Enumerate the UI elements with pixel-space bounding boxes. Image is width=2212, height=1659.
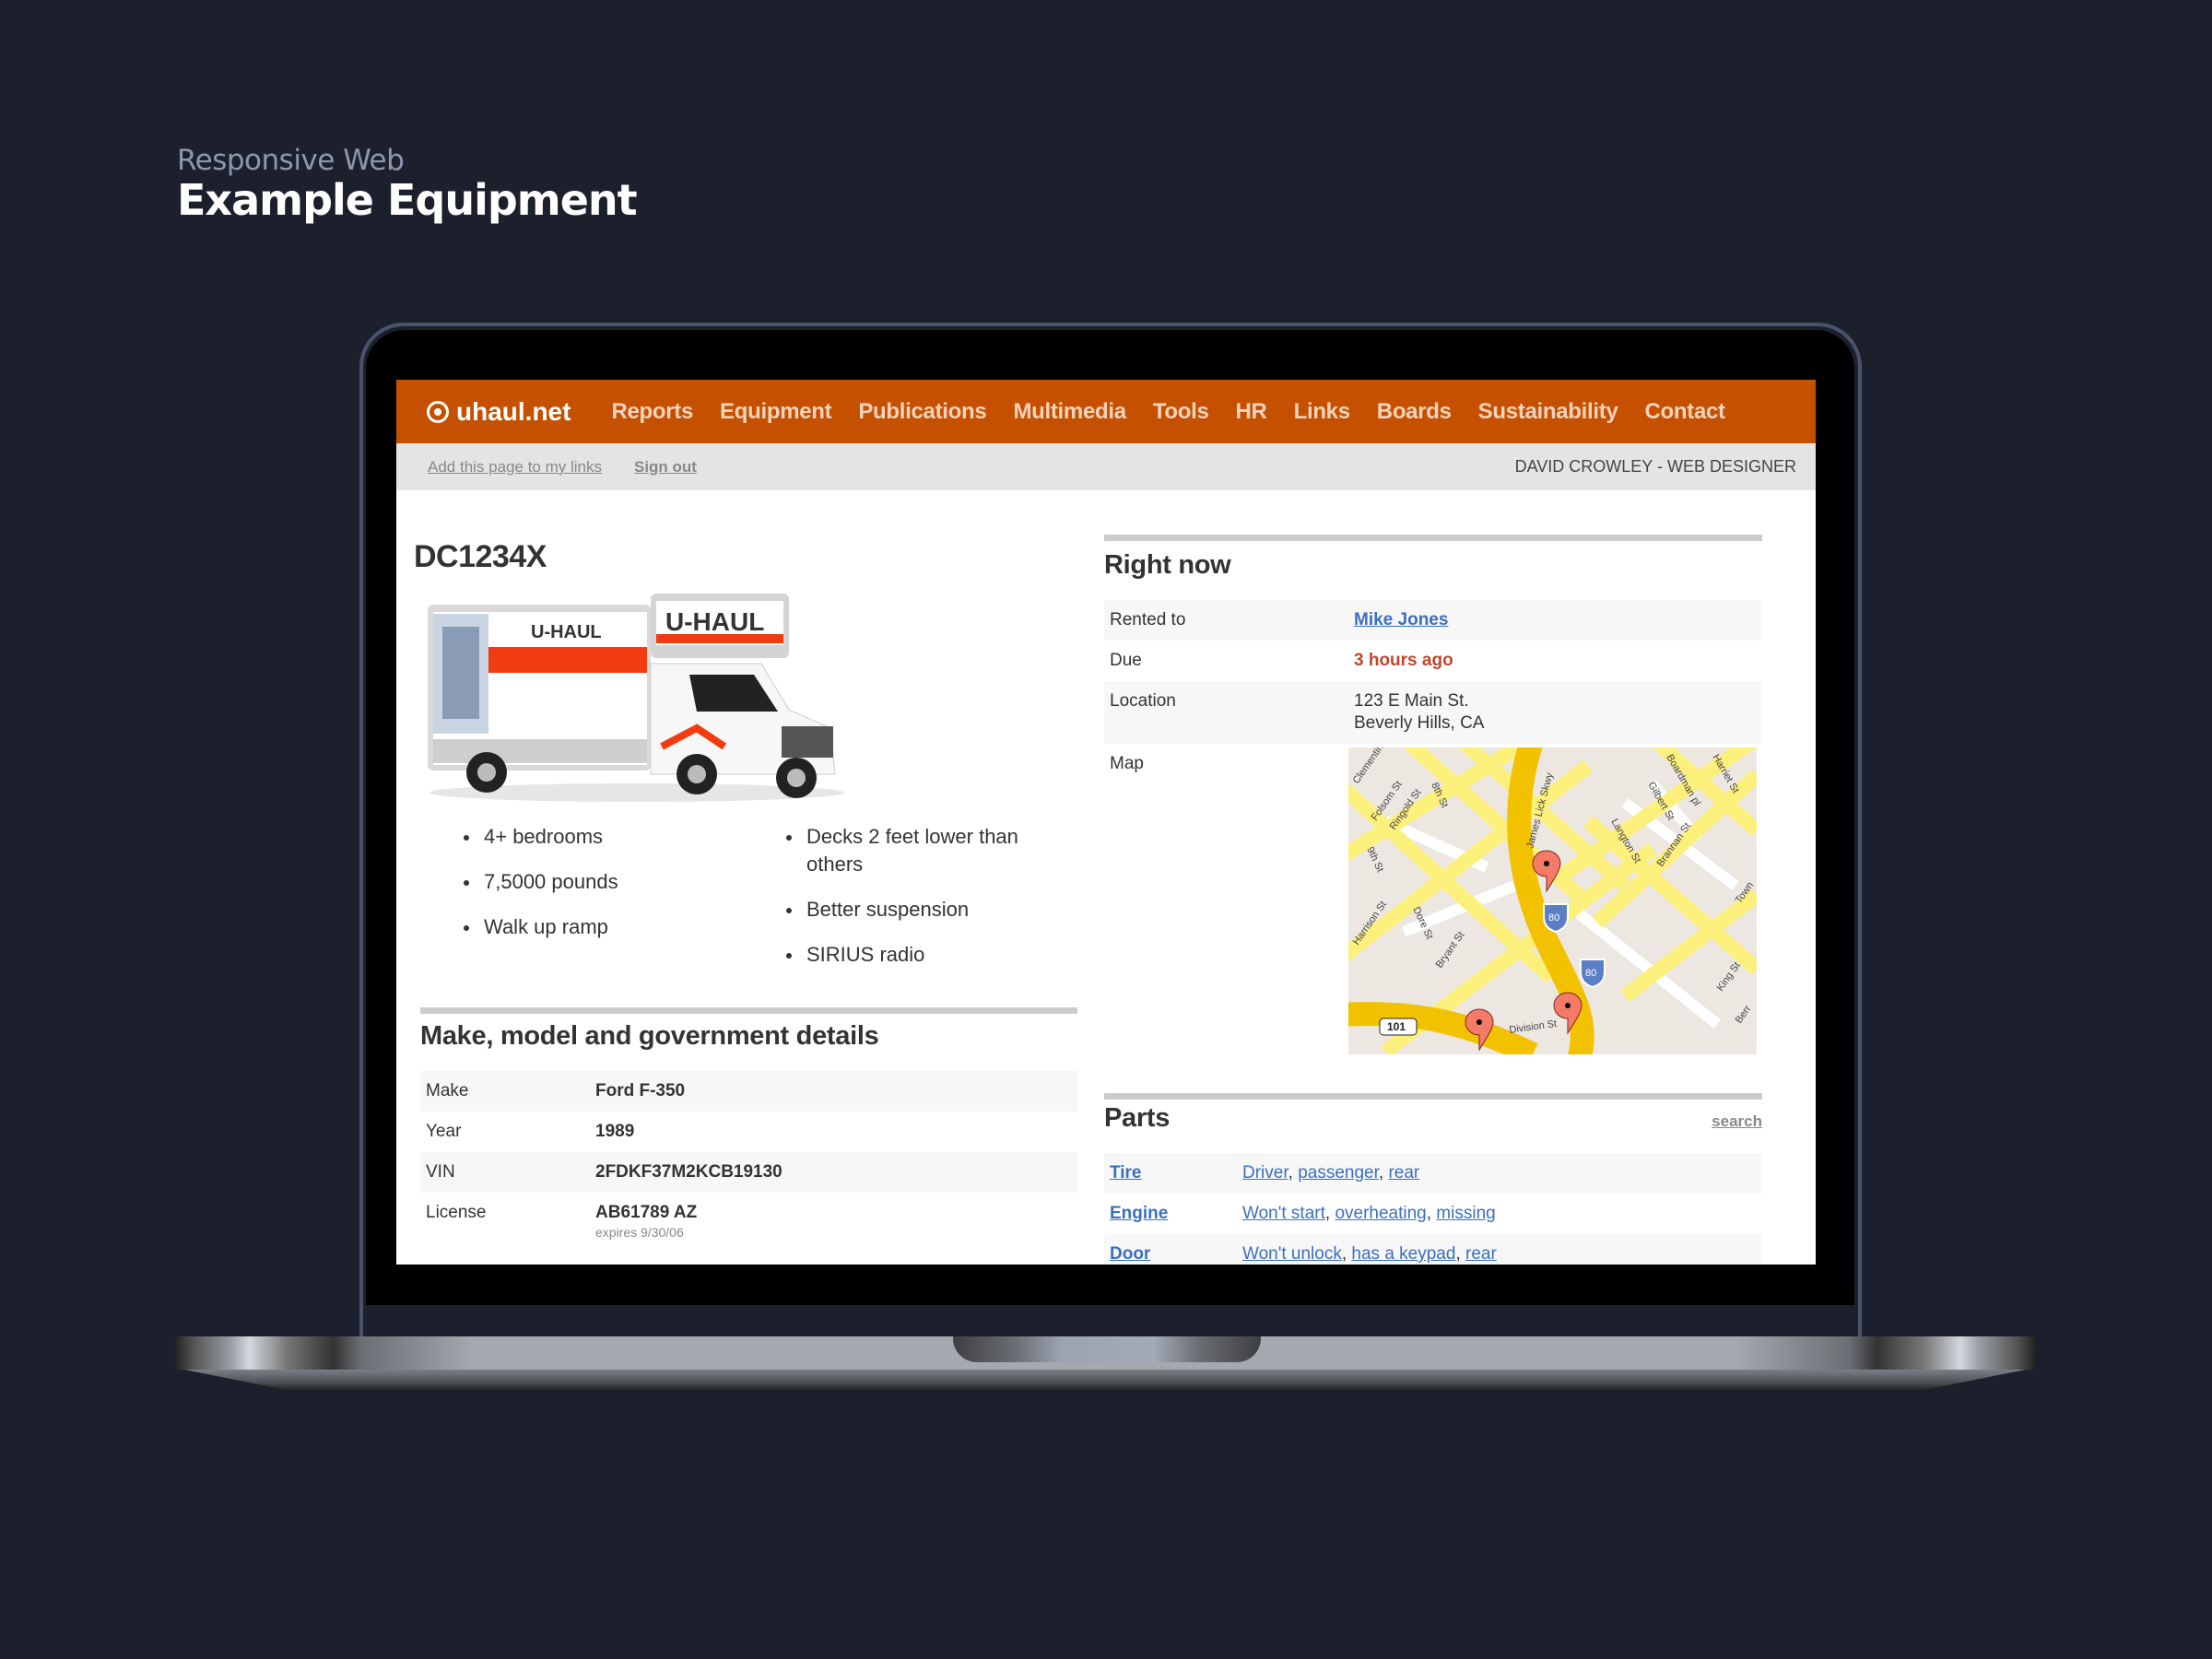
equipment-id: DC1234X: [414, 539, 547, 574]
table-row: Map Clementina Folsom St 9th St Ringold …: [1104, 744, 1762, 1054]
location-line2: Beverly Hills, CA: [1354, 713, 1485, 733]
issue-link[interactable]: Driver: [1242, 1163, 1288, 1182]
sub-nav: Add this page to my links Sign out DAVID…: [396, 443, 1816, 490]
presentation-subtitle: Responsive Web: [177, 144, 405, 177]
row-label: Rented to: [1104, 600, 1348, 641]
details-table: Make Ford F-350 Year 1989 VIN 2FDKF37M2K…: [420, 1071, 1077, 1250]
nav-sustainability[interactable]: Sustainability: [1478, 399, 1618, 425]
truck-image: U-HAUL U-HAUL: [420, 590, 844, 806]
parts-section: Parts search Tire Driver, passenger, rea…: [1104, 1093, 1762, 1265]
nav-hr[interactable]: HR: [1236, 399, 1267, 425]
parts-table: Tire Driver, passenger, rear Engine Won'…: [1104, 1153, 1762, 1265]
svg-text:80: 80: [1585, 968, 1596, 979]
issue-link[interactable]: overheating: [1335, 1204, 1426, 1223]
top-nav: uhaul.net Reports Equipment Publications…: [396, 380, 1816, 443]
row-value: 1989: [595, 1122, 635, 1141]
row-label: Make: [420, 1071, 590, 1112]
issue-link[interactable]: rear: [1465, 1244, 1497, 1264]
sign-out-link[interactable]: Sign out: [634, 458, 697, 477]
location-map[interactable]: Clementina Folsom St 9th St Ringold St 8…: [1348, 747, 1757, 1054]
feature-list: 4+ bedrooms 7,5000 pounds Walk up ramp D…: [414, 823, 1077, 986]
svg-text:U-HAUL: U-HAUL: [531, 622, 602, 642]
table-row: Due 3 hours ago: [1104, 641, 1762, 681]
nav-links: Reports Equipment Publications Multimedi…: [611, 399, 1726, 425]
right-now-title: Right now: [1104, 550, 1231, 580]
table-row: Make Ford F-350: [420, 1071, 1077, 1112]
nav-reports[interactable]: Reports: [611, 399, 693, 425]
parts-title: Parts: [1104, 1103, 1171, 1133]
due-status: 3 hours ago: [1354, 651, 1453, 670]
right-now-table: Rented to Mike Jones Due 3 hours ago Loc…: [1104, 600, 1762, 1054]
table-row: Rented to Mike Jones: [1104, 600, 1762, 641]
laptop-notch: [953, 1336, 1261, 1362]
truck-illustration: U-HAUL U-HAUL: [428, 594, 844, 802]
feature-item: Decks 2 feet lower than others: [782, 823, 1059, 878]
feature-item: Better suspension: [782, 896, 1059, 924]
row-label: Year: [426, 1122, 462, 1141]
presentation-title: Example Equipment: [177, 175, 638, 225]
table-row: Tire Driver, passenger, rear: [1104, 1153, 1762, 1194]
svg-text:U-HAUL: U-HAUL: [665, 607, 764, 636]
laptop-base-lip: [184, 1370, 2026, 1392]
parts-search-link[interactable]: search: [1712, 1112, 1762, 1131]
site-logo[interactable]: uhaul.net: [427, 397, 571, 427]
svg-text:101: 101: [1387, 1020, 1406, 1033]
issue-link[interactable]: Won't start: [1242, 1204, 1325, 1223]
add-to-my-links[interactable]: Add this page to my links: [428, 458, 602, 477]
issue-link[interactable]: rear: [1388, 1163, 1419, 1182]
part-link[interactable]: Tire: [1110, 1163, 1142, 1182]
section-divider: [420, 1007, 1077, 1014]
nav-multimedia[interactable]: Multimedia: [1013, 399, 1126, 425]
nav-links[interactable]: Links: [1294, 399, 1350, 425]
issue-link[interactable]: passenger: [1298, 1163, 1379, 1182]
renter-link[interactable]: Mike Jones: [1354, 610, 1448, 629]
browser-screen: uhaul.net Reports Equipment Publications…: [396, 380, 1816, 1265]
logo-text: uhaul.net: [456, 396, 571, 426]
nav-publications[interactable]: Publications: [858, 399, 986, 425]
part-link[interactable]: Door: [1110, 1244, 1150, 1264]
current-user: DAVID CROWLEY - WEB DESIGNER: [1514, 457, 1796, 476]
issue-link[interactable]: Won't unlock: [1242, 1244, 1342, 1264]
right-column: Right now Rented to Mike Jones Due 3 hou…: [1104, 535, 1762, 1265]
feature-item: 7,5000 pounds: [460, 868, 782, 896]
svg-text:80: 80: [1548, 912, 1559, 924]
table-row: VIN 2FDKF37M2KCB19130: [420, 1152, 1077, 1193]
license-value: AB61789 AZ: [595, 1203, 698, 1222]
license-expiry: expires 9/30/06: [595, 1225, 684, 1240]
issue-link[interactable]: has a keypad: [1351, 1244, 1455, 1264]
map-graphic: Clementina Folsom St 9th St Ringold St 8…: [1348, 747, 1757, 1054]
feature-item: SIRIUS radio: [782, 941, 1059, 969]
row-label: VIN: [420, 1152, 590, 1193]
nav-equipment[interactable]: Equipment: [720, 399, 832, 425]
nav-boards[interactable]: Boards: [1377, 399, 1452, 425]
row-label: License: [420, 1193, 590, 1250]
part-link[interactable]: Engine: [1110, 1204, 1168, 1223]
details-title: Make, model and government details: [420, 1021, 879, 1051]
row-value: 2FDKF37M2KCB19130: [590, 1152, 1077, 1193]
left-column: DC1234X U-HAUL U-HAUL 4+ bedrooms 7,5000…: [414, 539, 1077, 1250]
section-divider: [1104, 1093, 1762, 1100]
wheel-icon: [427, 400, 449, 423]
row-value: Ford F-350: [590, 1071, 1077, 1112]
table-row: Location 123 E Main St. Beverly Hills, C…: [1104, 681, 1762, 744]
feature-item: 4+ bedrooms: [460, 823, 782, 851]
section-divider: [1104, 535, 1762, 541]
row-label: Map: [1104, 744, 1348, 1054]
table-row: Year 1989: [420, 1112, 1077, 1152]
row-label: Location: [1104, 681, 1348, 744]
nav-contact[interactable]: Contact: [1645, 399, 1726, 425]
table-row: Engine Won't start, overheating, missing: [1110, 1204, 1496, 1223]
table-row: License AB61789 AZ expires 9/30/06: [420, 1193, 1077, 1250]
location-line1: 123 E Main St.: [1354, 691, 1469, 711]
details-section: Make, model and government details Make …: [420, 1007, 1077, 1250]
issue-link[interactable]: missing: [1436, 1204, 1495, 1223]
row-label: Due: [1110, 651, 1142, 670]
nav-tools[interactable]: Tools: [1153, 399, 1209, 425]
feature-item: Walk up ramp: [460, 913, 782, 941]
table-row: Door Won't unlock, has a keypad, rear: [1104, 1234, 1762, 1265]
